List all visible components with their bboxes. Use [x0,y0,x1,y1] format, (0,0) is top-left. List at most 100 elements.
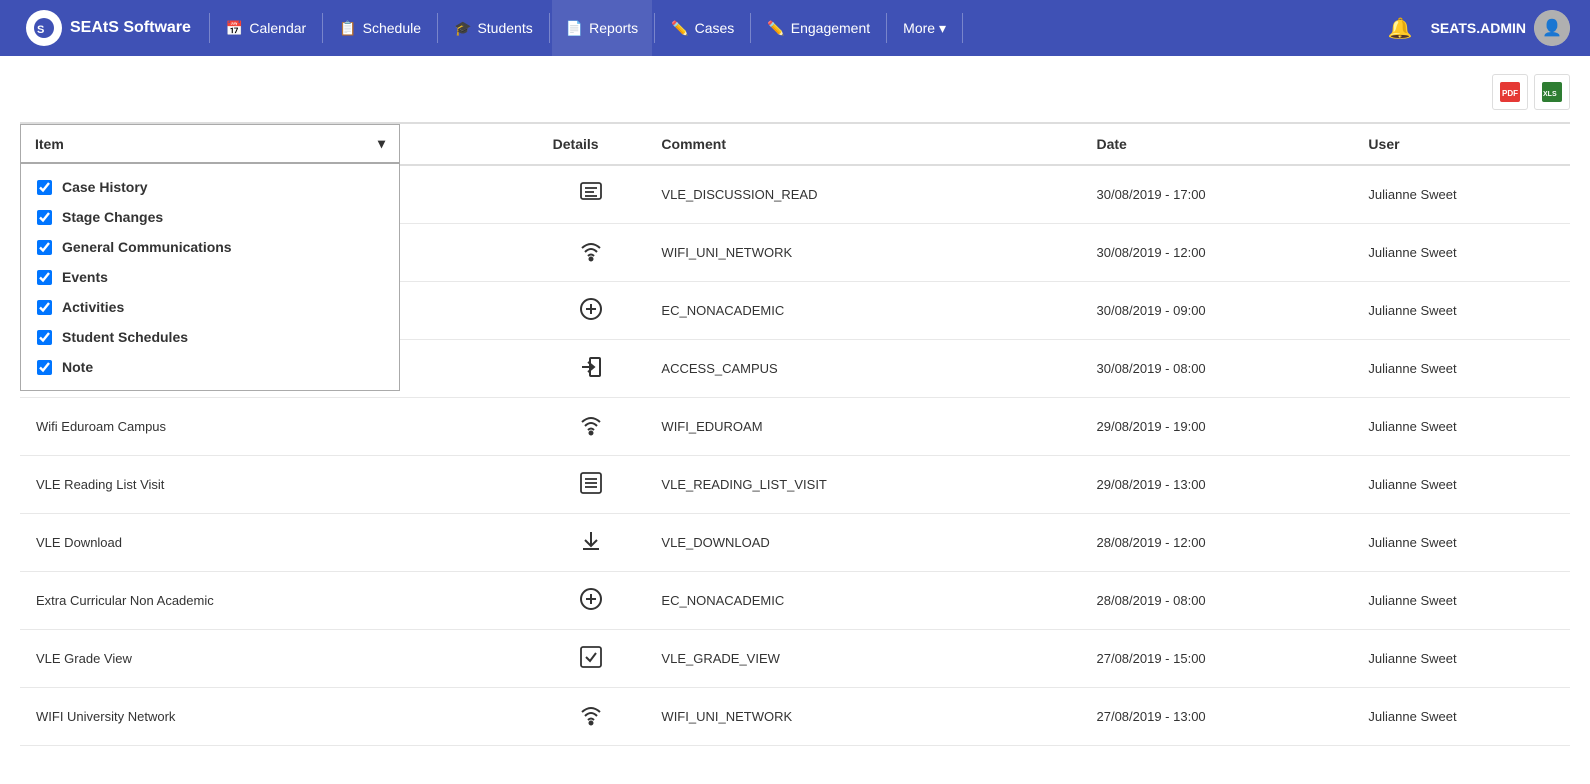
nav-separator-2 [322,13,323,43]
comment-cell: WIFI_UNI_NETWORK [645,224,1080,282]
comment-cell: WIFI_EDUROAM [645,398,1080,456]
nav-separator-5 [654,13,655,43]
filter-case-history-checkbox[interactable] [37,180,52,195]
filter-case-history[interactable]: Case History [21,172,399,202]
nav-reports[interactable]: 📄 Reports [552,0,652,56]
svg-text:S: S [37,24,44,36]
nav-separator-4 [549,13,550,43]
data-table: Item ▾ Case History Stage Changes [20,122,1570,746]
nav-separator-3 [437,13,438,43]
date-cell: 27/08/2019 - 15:00 [1081,630,1353,688]
nav-calendar[interactable]: 📅 Calendar [212,0,320,56]
filter-student-schedules[interactable]: Student Schedules [21,322,399,352]
user-cell: Julianne Sweet [1352,398,1570,456]
students-icon: 🎓 [454,20,471,37]
item-cell: VLE Download [20,514,537,572]
nav-schedule[interactable]: 📋 Schedule [325,0,435,56]
filter-stage-changes[interactable]: Stage Changes [21,202,399,232]
comment-cell: ACCESS_CAMPUS [645,340,1080,398]
table-row: WIFI University Network WIFI_UNI_NETWORK… [20,688,1570,746]
date-cell: 27/08/2019 - 13:00 [1081,688,1353,746]
details-icon-cell [537,224,646,282]
nav-right: 🔔 SEATS.ADMIN 👤 [1368,10,1580,46]
item-column-header: Item ▾ Case History Stage Changes [20,123,537,165]
comment-cell: EC_NONACADEMIC [645,282,1080,340]
user-cell: Julianne Sweet [1352,340,1570,398]
item-cell: VLE Reading List Visit [20,456,537,514]
comment-cell: VLE_DOWNLOAD [645,514,1080,572]
user-cell: Julianne Sweet [1352,572,1570,630]
details-icon-cell [537,514,646,572]
comment-cell: EC_NONACADEMIC [645,572,1080,630]
filter-general-communications[interactable]: General Communications [21,232,399,262]
filter-note-checkbox[interactable] [37,360,52,375]
nav-separator-6 [750,13,751,43]
item-cell: VLE Grade View [20,630,537,688]
item-filter-dropdown[interactable]: Item ▾ [20,124,400,163]
details-icon-cell [537,398,646,456]
filter-events-checkbox[interactable] [37,270,52,285]
navbar: S SEAtS Software 📅 Calendar 📋 Schedule 🎓… [0,0,1590,56]
user-cell: Julianne Sweet [1352,224,1570,282]
date-cell: 28/08/2019 - 12:00 [1081,514,1353,572]
table-row: Wifi Eduroam Campus WIFI_EDUROAM 29/08/2… [20,398,1570,456]
cases-icon: ✏️ [671,20,688,37]
brand: S SEAtS Software [10,10,207,46]
username-label: SEATS.ADMIN [1431,20,1526,36]
details-icon-cell [537,572,646,630]
item-filter-menu: Case History Stage Changes General Commu… [20,163,400,391]
comment-cell: VLE_READING_LIST_VISIT [645,456,1080,514]
comment-cell: WIFI_UNI_NETWORK [645,688,1080,746]
nav-more[interactable]: More ▾ [889,0,960,56]
pdf-export-button[interactable]: PDF [1492,74,1528,110]
user-column-header: User [1352,123,1570,165]
filter-note[interactable]: Note [21,352,399,382]
details-icon-cell [537,282,646,340]
notification-bell[interactable]: 🔔 [1378,16,1423,41]
nav-cases[interactable]: ✏️ Cases [657,0,748,56]
filter-activities[interactable]: Activities [21,292,399,322]
excel-export-button[interactable]: XLS [1534,74,1570,110]
date-cell: 30/08/2019 - 08:00 [1081,340,1353,398]
reports-icon: 📄 [566,20,583,37]
nav-engagement[interactable]: ✏️ Engagement [753,0,884,56]
details-icon-cell [537,688,646,746]
table-row: VLE Reading List Visit VLE_READING_LIST_… [20,456,1570,514]
user-cell: Julianne Sweet [1352,456,1570,514]
engagement-icon: ✏️ [767,20,784,37]
comment-cell: VLE_DISCUSSION_READ [645,165,1080,224]
table-row: Extra Curricular Non Academic EC_NONACAD… [20,572,1570,630]
nav-students[interactable]: 🎓 Students [440,0,547,56]
user-avatar[interactable]: 👤 [1534,10,1570,46]
toolbar-row: PDF XLS [20,66,1570,118]
details-column-header: Details [537,123,646,165]
brand-name: SEAtS Software [70,19,191,37]
item-cell: Extra Curricular Non Academic [20,572,537,630]
chevron-down-icon: ▾ [378,135,385,152]
table-row: VLE Grade View VLE_GRADE_VIEW 27/08/2019… [20,630,1570,688]
user-cell: Julianne Sweet [1352,165,1570,224]
filter-student-schedules-checkbox[interactable] [37,330,52,345]
user-cell: Julianne Sweet [1352,514,1570,572]
filter-activities-checkbox[interactable] [37,300,52,315]
nav-separator-7 [886,13,887,43]
table-header-row: Item ▾ Case History Stage Changes [20,123,1570,165]
svg-text:XLS: XLS [1543,91,1557,98]
date-cell: 28/08/2019 - 08:00 [1081,572,1353,630]
calendar-icon: 📅 [226,20,243,37]
date-cell: 30/08/2019 - 09:00 [1081,282,1353,340]
details-icon-cell [537,630,646,688]
filter-events[interactable]: Events [21,262,399,292]
details-icon-cell [537,165,646,224]
svg-text:PDF: PDF [1502,89,1518,98]
user-cell: Julianne Sweet [1352,630,1570,688]
date-cell: 30/08/2019 - 17:00 [1081,165,1353,224]
item-cell: WIFI University Network [20,688,537,746]
filter-stage-changes-checkbox[interactable] [37,210,52,225]
user-cell: Julianne Sweet [1352,282,1570,340]
details-icon-cell [537,340,646,398]
date-cell: 30/08/2019 - 12:00 [1081,224,1353,282]
filter-general-communications-checkbox[interactable] [37,240,52,255]
comment-cell: VLE_GRADE_VIEW [645,630,1080,688]
user-cell: Julianne Sweet [1352,688,1570,746]
